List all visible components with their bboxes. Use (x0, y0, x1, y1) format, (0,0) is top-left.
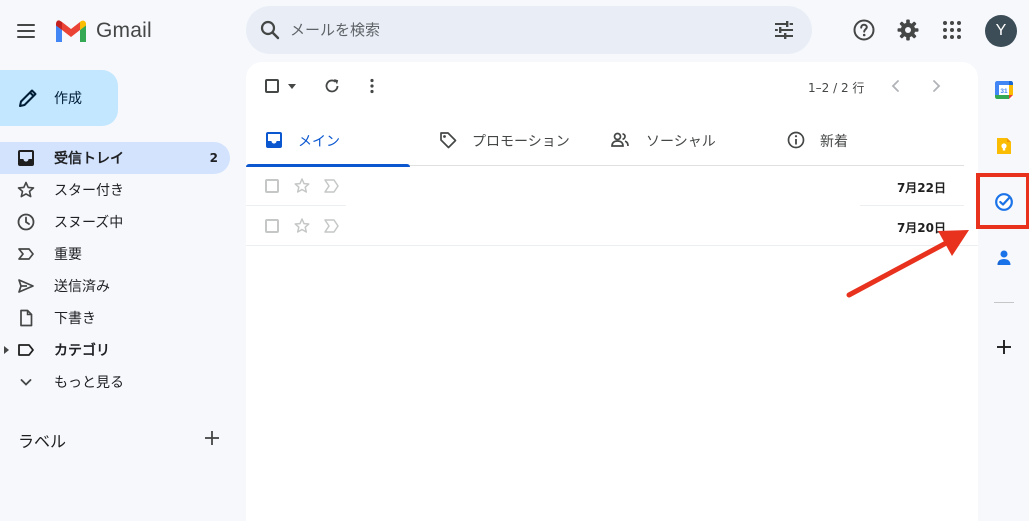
chevron-right-icon[interactable] (926, 76, 946, 96)
tab-social[interactable]: ソーシャル (592, 114, 768, 166)
more-options-icon[interactable] (362, 76, 382, 96)
star-icon[interactable] (292, 176, 312, 196)
tab-primary[interactable]: メイン (246, 114, 410, 167)
gmail-m-icon (56, 20, 86, 42)
clock-icon (17, 213, 35, 231)
sidebar-item-label: スヌーズ中 (54, 215, 124, 231)
sidebar-item-label: 下書き (54, 311, 96, 327)
refresh-icon[interactable] (322, 76, 342, 96)
email-date: 7月22日 (896, 181, 946, 195)
star-icon[interactable] (292, 216, 312, 236)
search-input[interactable] (290, 18, 750, 42)
compose-label: 作成 (54, 91, 82, 107)
sidebar-item-sent[interactable]: 送信済み (0, 270, 230, 302)
row-divider (246, 245, 978, 246)
sidebar-item-label: カテゴリ (54, 343, 110, 359)
sidebar-item-label: スター付き (54, 183, 124, 199)
keep-icon[interactable] (994, 136, 1014, 156)
calendar-day-text: 31 (1000, 88, 1008, 95)
tab-label: プロモーション (472, 134, 570, 150)
pencil-icon (19, 89, 37, 107)
pagination-text: 1–2 / 2 行 (808, 81, 865, 95)
sidebar-item-inbox[interactable]: 受信トレイ 2 (0, 142, 230, 174)
sidebar-item-label: 重要 (54, 247, 82, 263)
labels-header: ラベル (18, 432, 67, 451)
important-marker-icon[interactable] (322, 217, 342, 235)
sidebar-item-starred[interactable]: スター付き (0, 174, 230, 206)
email-date: 7月20日 (896, 221, 946, 235)
search-bar[interactable] (246, 6, 812, 54)
calendar-icon[interactable]: 31 (994, 80, 1014, 100)
email-row[interactable]: 7月20日 (246, 206, 964, 246)
search-options-icon[interactable] (772, 18, 796, 42)
select-all-checkbox[interactable] (265, 79, 279, 93)
side-panel-divider (994, 302, 1014, 303)
sidebar-item-label: 送信済み (54, 279, 110, 295)
email-checkbox[interactable] (265, 219, 279, 233)
important-icon (18, 248, 34, 260)
sidebar-item-important[interactable]: 重要 (0, 238, 230, 270)
draft-icon (20, 309, 33, 327)
tab-label: 新着 (820, 134, 848, 150)
select-options-icon[interactable] (288, 84, 296, 89)
main-menu-icon[interactable] (14, 19, 38, 43)
star-icon (17, 181, 35, 198)
mail-toolbar: 1–2 / 2 行 (246, 62, 978, 110)
tab-updates[interactable]: 新着 (768, 114, 944, 166)
sidebar-item-label: もっと見る (54, 375, 124, 391)
help-icon[interactable] (852, 18, 876, 42)
send-icon (18, 279, 34, 293)
info-icon (787, 131, 805, 149)
gmail-logo[interactable]: Gmail (54, 17, 152, 45)
tab-label: ソーシャル (646, 134, 716, 150)
top-bar: Gmail メールを検索 Y (0, 0, 1029, 62)
email-checkbox[interactable] (265, 179, 279, 193)
tag-icon (440, 132, 457, 149)
inbox-icon (18, 150, 34, 166)
contacts-icon[interactable] (994, 248, 1014, 268)
tab-promotions[interactable]: プロモーション (420, 114, 600, 166)
email-row[interactable]: 7月22日 (246, 166, 964, 206)
account-avatar[interactable]: Y (985, 15, 1017, 47)
compose-button[interactable]: 作成 (0, 70, 118, 126)
sidebar-item-snoozed[interactable]: スヌーズ中 (0, 206, 230, 238)
settings-gear-icon[interactable] (896, 18, 920, 42)
sidebar-item-label: 受信トレイ (54, 151, 124, 167)
chevron-left-icon[interactable] (886, 76, 906, 96)
sidebar-item-categories[interactable]: カテゴリ (0, 334, 230, 366)
highlight-box (976, 173, 1029, 229)
category-tabs: メイン プロモーション ソーシャル 新着 (246, 114, 964, 167)
search-icon[interactable] (258, 18, 282, 42)
apps-grid-icon[interactable] (940, 18, 964, 42)
logo-text: Gmail (96, 19, 152, 42)
unread-count: 2 (209, 151, 218, 165)
mail-list-panel: 1–2 / 2 行 メイン プロモーション ソーシャル 新着 7月22日 7月2… (246, 62, 978, 521)
sidebar-item-drafts[interactable]: 下書き (0, 302, 230, 334)
add-addon-icon[interactable] (994, 337, 1014, 357)
inbox-icon (266, 132, 282, 148)
sidebar-item-more[interactable]: もっと見る (0, 366, 230, 398)
sidebar-nav: 受信トレイ 2 スター付き スヌーズ中 重要 送信済み 下書き カテゴリ もっと… (0, 142, 230, 398)
expand-caret-icon[interactable] (4, 346, 9, 354)
important-marker-icon[interactable] (322, 177, 342, 195)
side-panel: 31 (978, 62, 1029, 521)
add-label-icon[interactable] (202, 428, 222, 448)
people-icon (611, 132, 629, 147)
tab-label: メイン (298, 134, 340, 150)
label-icon (18, 344, 34, 356)
chevron-down-icon (20, 379, 32, 386)
